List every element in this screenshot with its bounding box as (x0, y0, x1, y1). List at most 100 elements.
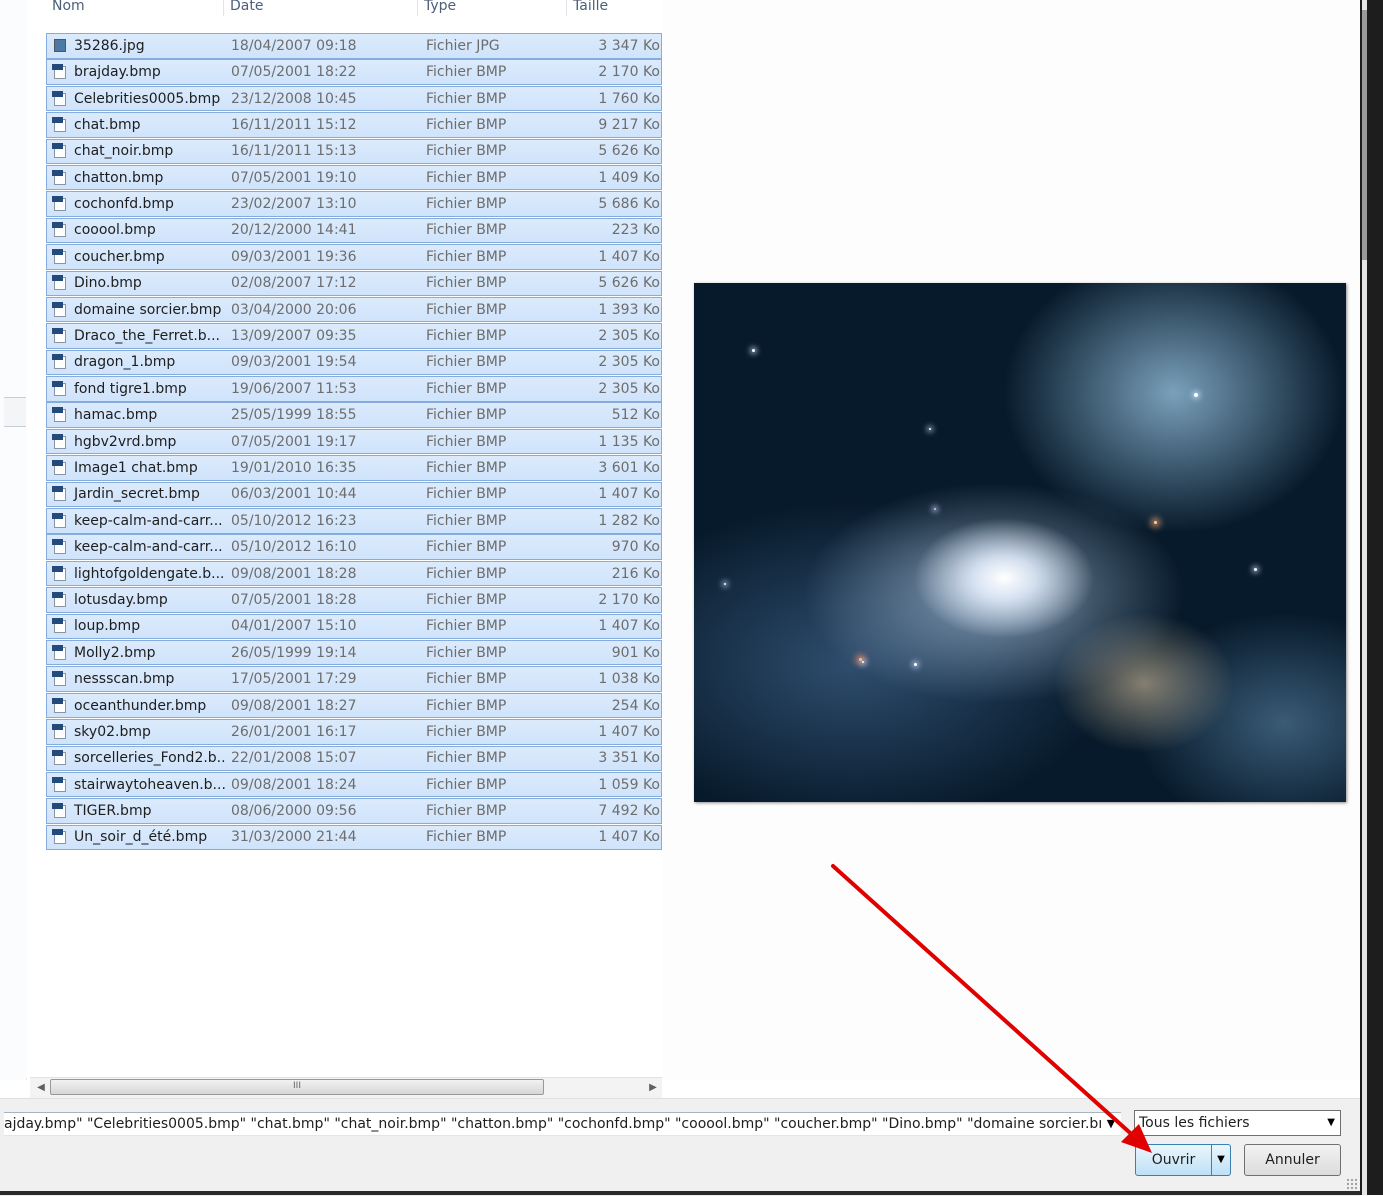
file-row[interactable]: Dino.bmp 02/08/2007 17:12 Fichier BMP 5 626… (46, 270, 662, 297)
file-type: Fichier BMP (426, 539, 507, 556)
window-bottom-edge (0, 1191, 1360, 1195)
file-row[interactable]: Draco_the_Ferret.b... 13/09/2007 09:35 Fic… (46, 323, 662, 349)
file-size: 7 492 Ko (598, 803, 660, 820)
file-date: 26/05/1999 19:14 (231, 644, 357, 661)
file-size: 5 626 Ko (598, 143, 660, 160)
file-size: 3 601 Ko (598, 460, 660, 476)
bmp-file-icon (52, 433, 68, 450)
file-row[interactable]: chatton.bmp 07/05/2001 19:10 Fichier BMP 1 … (46, 164, 662, 191)
file-row[interactable]: sky02.bmp 26/01/2001 16:17 Fichier BMP 1 40… (46, 719, 662, 745)
file-name: cochonfd.bmp (74, 196, 174, 213)
navigation-pane (0, 0, 27, 1080)
file-name: dragon_1.bmp (74, 354, 176, 371)
file-size: 1 059 Ko (598, 776, 660, 793)
file-date: 20/12/2000 14:41 (231, 222, 357, 239)
file-row[interactable]: fond tigre1.bmp 19/06/2007 11:53 Fichier B… (46, 376, 662, 402)
file-type: Fichier BMP (426, 723, 507, 740)
open-split-button[interactable]: Ouvrir ▼ (1135, 1144, 1231, 1176)
scrollbar-thumb[interactable]: III (50, 1079, 544, 1095)
file-size: 2 170 Ko (598, 64, 660, 81)
vertical-scrollbar-thumb[interactable] (1362, 10, 1367, 260)
file-size: 1 038 Ko (598, 671, 660, 688)
horizontal-scrollbar[interactable]: ◀ III ▶ (30, 1077, 662, 1098)
file-row[interactable]: lightofgoldengate.b... 09/08/2001 18:28 Fi… (46, 560, 662, 587)
bmp-file-icon (52, 143, 68, 159)
file-name-cell: Image1 chat.bmp (47, 460, 225, 476)
bmp-file-icon (52, 512, 68, 529)
column-header-size[interactable]: Taille (567, 0, 663, 16)
cancel-button[interactable]: Annuler (1244, 1144, 1341, 1176)
file-name-cell: lotusday.bmp (47, 591, 225, 608)
filename-input[interactable]: ajday.bmp" "Celebrities0005.bmp" "chat.b… (4, 1112, 1121, 1136)
column-header-date[interactable]: Date (224, 0, 418, 16)
bmp-file-icon (52, 829, 68, 845)
file-row[interactable]: cochonfd.bmp 23/02/2007 13:10 Fichier BMP 5… (46, 191, 662, 217)
file-row[interactable]: loup.bmp 04/01/2007 15:10 Fichier BMP 1 407… (46, 613, 662, 640)
file-name: oceanthunder.bmp (74, 697, 207, 714)
resize-grip-icon[interactable] (1346, 1178, 1358, 1190)
file-size: 1 407 Ko (598, 723, 660, 740)
file-size: 970 Ko (611, 539, 660, 556)
file-row[interactable]: lotusday.bmp 07/05/2001 18:28 Fichier BMP 2… (46, 587, 662, 613)
file-row[interactable]: brajday.bmp 07/05/2001 18:22 Fichier BMP 2 … (46, 59, 662, 85)
file-name-cell: cooool.bmp (47, 222, 225, 238)
file-size: 9 217 Ko (598, 116, 660, 133)
navigation-pane-splitter[interactable] (4, 397, 27, 427)
file-date: 02/08/2007 17:12 (231, 275, 357, 292)
column-header: Nom Date Type Taille (46, 0, 663, 16)
file-row[interactable]: Molly2.bmp 26/05/1999 19:14 Fichier BMP 901… (46, 639, 662, 666)
file-name-cell: keep-calm-and-carr... (47, 539, 225, 555)
image-preview (694, 283, 1346, 802)
scroll-right-arrow-icon[interactable]: ▶ (644, 1078, 662, 1098)
file-row[interactable]: sorcelleries_Fond2.b... 22/01/2008 15:07 F… (46, 745, 662, 772)
file-type: Fichier BMP (426, 407, 507, 424)
file-type: Fichier BMP (426, 380, 507, 397)
file-row[interactable]: cooool.bmp 20/12/2000 14:41 Fichier BMP 223… (46, 217, 662, 244)
file-row[interactable]: keep-calm-and-carr... 05/10/2012 16:10 Fic… (46, 534, 662, 560)
file-row[interactable]: hgbv2vrd.bmp 07/05/2001 19:17 Fichier BMP 1… (46, 428, 662, 455)
file-row[interactable]: TIGER.bmp 08/06/2000 09:56 Fichier BMP 7 49… (46, 798, 662, 824)
file-date: 25/05/1999 18:55 (231, 407, 357, 424)
file-type-filter-select[interactable]: Tous les fichiers ▼ (1134, 1110, 1341, 1136)
file-name: 35286.jpg (74, 37, 145, 54)
file-row[interactable]: oceanthunder.bmp 09/08/2001 18:27 Fichier … (46, 692, 662, 719)
file-name-cell: domaine sorcier.bmp (47, 301, 225, 318)
file-row[interactable]: Un_soir_d_été.bmp 31/03/2000 21:44 Fichier… (46, 824, 662, 851)
file-name: sorcelleries_Fond2.b... (74, 750, 225, 767)
bmp-file-icon (52, 222, 68, 238)
bmp-file-icon (52, 90, 68, 107)
file-row[interactable]: keep-calm-and-carr... 05/10/2012 16:23 Fic… (46, 508, 662, 534)
file-size: 2 170 Ko (598, 591, 660, 608)
file-name-cell: sky02.bmp (47, 723, 225, 740)
bmp-file-icon (52, 380, 68, 397)
file-row[interactable]: Image1 chat.bmp 19/01/2010 16:35 Fichier B… (46, 455, 662, 481)
file-name-cell: dragon_1.bmp (47, 354, 225, 370)
file-date: 07/05/2001 18:28 (231, 591, 357, 608)
file-date: 07/05/2001 19:17 (231, 433, 357, 450)
file-row[interactable]: domaine sorcier.bmp 03/04/2000 20:06 Fichi… (46, 296, 662, 323)
file-row[interactable]: Jardin_secret.bmp 06/03/2001 10:44 Fichier… (46, 481, 662, 508)
file-row[interactable]: hamac.bmp 25/05/1999 18:55 Fichier BMP 512 … (46, 402, 662, 428)
file-row[interactable]: chat_noir.bmp 16/11/2011 15:13 Fichier BMP… (46, 138, 662, 165)
file-row[interactable]: nessscan.bmp 17/05/2001 17:29 Fichier BMP 1… (46, 666, 662, 692)
file-row[interactable]: Celebrities0005.bmp 23/12/2008 10:45 Fichi… (46, 85, 662, 112)
file-name-cell: hgbv2vrd.bmp (47, 433, 225, 450)
file-name-cell: loup.bmp (47, 618, 225, 634)
open-button[interactable]: Ouvrir (1136, 1145, 1211, 1175)
file-row[interactable]: stairwaytoheaven.b... 09/08/2001 18:24 Fic… (46, 771, 662, 798)
column-header-type[interactable]: Type (418, 0, 567, 16)
filename-dropdown-arrow-icon[interactable]: ▼ (1101, 1113, 1121, 1135)
scroll-left-arrow-icon[interactable]: ◀ (32, 1078, 50, 1098)
open-options-dropdown-icon[interactable]: ▼ (1212, 1145, 1230, 1175)
file-type: Fichier BMP (426, 697, 507, 714)
file-row[interactable]: coucher.bmp 09/03/2001 19:36 Fichier BMP 1 … (46, 244, 662, 270)
bmp-file-icon (52, 776, 68, 793)
file-date: 23/12/2008 10:45 (231, 90, 357, 107)
file-row[interactable]: dragon_1.bmp 09/03/2001 19:54 Fichier BMP 2… (46, 349, 662, 376)
file-name: coucher.bmp (74, 248, 165, 265)
file-name: Jardin_secret.bmp (74, 486, 200, 503)
bmp-file-icon (52, 671, 68, 687)
column-header-name[interactable]: Nom (46, 0, 224, 16)
file-row[interactable]: 35286.jpg 18/04/2007 09:18 Fichier JPG 3 34… (46, 33, 662, 59)
file-row[interactable]: chat.bmp 16/11/2011 15:12 Fichier BMP 9 217… (46, 112, 662, 138)
